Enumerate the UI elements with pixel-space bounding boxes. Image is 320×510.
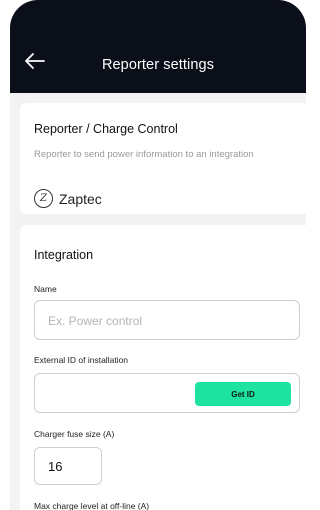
reporter-card-description: Reporter to send power information to an… [34,149,254,160]
external-id-input[interactable]: Get ID [34,373,300,413]
zaptec-brand: Z Zaptec [34,189,102,208]
reporter-card-title: Reporter / Charge Control [34,122,178,136]
external-id-label: External ID of installation [34,355,129,365]
name-placeholder: Ex. Power control [48,314,143,328]
max-charge-label: Max charge level at off-line (A) [34,501,150,510]
get-id-button[interactable]: Get ID [195,382,291,406]
brand-name: Zaptec [59,190,102,207]
integration-card: Integration Name Ex. Power control Exter… [20,225,306,510]
name-label: Name [34,284,57,294]
zaptec-logo-icon: Z [34,189,53,208]
reporter-card: Reporter / Charge Control Reporter to se… [20,103,306,214]
integration-card-title: Integration [34,248,94,262]
name-input[interactable]: Ex. Power control [34,300,300,340]
fuse-size-label: Charger fuse size (A) [34,429,115,439]
fuse-size-input[interactable]: 16 [34,447,102,485]
page-title: Reporter settings [101,57,215,73]
fuse-size-value: 16 [48,459,63,474]
top-app-bar: Reporter settings [10,0,306,93]
phone-screen: Reporter settings Reporter / Charge Cont… [10,0,306,510]
